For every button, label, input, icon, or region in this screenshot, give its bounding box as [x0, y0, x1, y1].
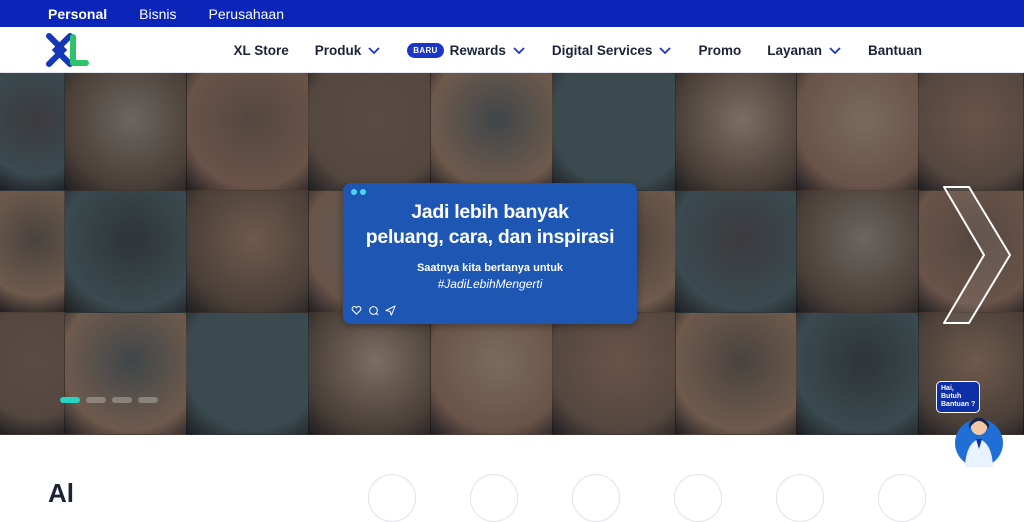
quick-links: [368, 474, 926, 522]
quick-link-icon[interactable]: [470, 474, 518, 522]
photo-tile: [309, 73, 431, 191]
photo-tile: [431, 73, 553, 191]
photo-tile: [187, 73, 309, 191]
chevron-down-icon: [368, 47, 380, 55]
nav-item-produk[interactable]: Produk: [315, 43, 382, 58]
nav-item-bantuan[interactable]: Bantuan: [868, 43, 922, 58]
card-dots-icon: [351, 189, 366, 195]
card-headline-line1: Jadi lebih banyak: [411, 201, 569, 223]
photo-tile: [0, 191, 65, 313]
nav-item-digital-services[interactable]: Digital Services: [552, 43, 673, 58]
nav-item-label: Promo: [698, 42, 742, 58]
photo-tile: [309, 313, 431, 435]
nav-item-layanan[interactable]: Layanan: [767, 43, 842, 58]
slide-dot[interactable]: [112, 397, 132, 403]
slide-pager: [60, 397, 158, 403]
photo-tile: [919, 73, 1024, 191]
nav-item-label: Produk: [314, 42, 362, 58]
photo-tile: [187, 313, 309, 435]
nav-item-label: Digital Services: [551, 42, 653, 58]
segment-perusahaan-link[interactable]: Perusahaan: [209, 6, 285, 22]
photo-tile: [553, 313, 676, 435]
photo-tile: [0, 73, 65, 191]
photo-tile: [65, 191, 187, 313]
photo-tile: [797, 313, 919, 435]
quick-link-icon[interactable]: [674, 474, 722, 522]
next-slide-button[interactable]: [942, 186, 1012, 324]
segment-bar: Personal Bisnis Perusahaan: [0, 0, 1024, 27]
nav-item-rewards[interactable]: BARU Rewards: [407, 42, 526, 58]
nav-item-label: XL Store: [233, 42, 289, 58]
slide-dot[interactable]: [138, 397, 158, 403]
nav-item-label: Rewards: [449, 42, 506, 58]
card-hashtag: #JadiLebihMengerti: [437, 277, 543, 291]
comment-icon: [369, 306, 379, 316]
assistant-avatar-icon: [955, 417, 1003, 467]
help-chat-widget[interactable]: Hai, Butuh Bantuan ?: [936, 381, 1008, 473]
quick-link-icon[interactable]: [776, 474, 824, 522]
slide-dot[interactable]: [86, 397, 106, 403]
card-headline-line2: peluang, cara, dan inspirasi: [365, 226, 615, 248]
slide-dot[interactable]: [60, 397, 80, 403]
nav-item-xl-store[interactable]: XL Store: [234, 43, 289, 58]
main-navbar: XL Store Produk BARU Rewards Digital Ser…: [0, 27, 1024, 73]
chevron-down-icon: [829, 47, 841, 55]
nav-menu: XL Store Produk BARU Rewards Digital Ser…: [234, 27, 922, 73]
section-title: Al: [48, 478, 74, 508]
photo-tile: [0, 313, 65, 435]
photo-tile: [65, 73, 187, 191]
photo-tile: [797, 73, 919, 191]
nav-item-label: Layanan: [767, 42, 822, 58]
help-bubble-line: Bantuan ?: [941, 401, 976, 408]
quick-link-icon[interactable]: [572, 474, 620, 522]
quick-link-icon[interactable]: [368, 474, 416, 522]
photo-tile: [797, 191, 919, 313]
segment-personal-link[interactable]: Personal: [48, 6, 107, 22]
segment-bisnis-link[interactable]: Bisnis: [139, 6, 176, 22]
nav-item-label: Bantuan: [868, 42, 922, 58]
send-icon: [385, 305, 396, 316]
photo-tile: [676, 313, 797, 435]
card-actions: [351, 305, 396, 316]
chevron-down-icon: [659, 47, 672, 55]
xl-logo[interactable]: [46, 33, 90, 67]
photo-tile: [676, 191, 797, 313]
photo-tile: [553, 73, 676, 191]
photo-tile: [676, 73, 797, 191]
quick-link-icon[interactable]: [878, 474, 926, 522]
hero-banner[interactable]: Jadi lebih banyak peluang, cara, dan ins…: [0, 73, 1024, 435]
card-subtext: Saatnya kita bertanya untuk: [416, 262, 564, 274]
photo-tile: [431, 313, 553, 435]
chevron-down-icon: [513, 47, 525, 55]
photo-tile: [65, 313, 187, 435]
heart-icon: [351, 306, 362, 315]
new-badge: BARU: [407, 42, 444, 58]
help-bubble-line: Hai,: [941, 385, 954, 392]
nav-item-promo[interactable]: Promo: [698, 43, 741, 58]
photo-tile: [187, 191, 309, 313]
campaign-card: Jadi lebih banyak peluang, cara, dan ins…: [343, 183, 637, 324]
help-bubble-line: Butuh: [941, 393, 962, 400]
